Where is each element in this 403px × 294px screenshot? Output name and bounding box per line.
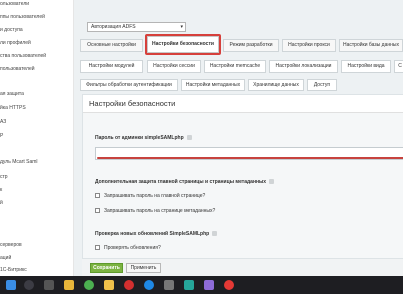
annotation-underline: [97, 157, 403, 159]
form-footer: Сохранить Применить: [82, 258, 403, 276]
tab-metadata[interactable]: Настройки метаданных: [181, 79, 245, 91]
main-content: Авторизация ADFS ▾ Основные настройки На…: [74, 0, 403, 276]
sidebar-item[interactable]: йка HTTPS: [0, 105, 26, 111]
yandex-icon[interactable]: [224, 280, 234, 290]
tab-access[interactable]: Доступ: [307, 79, 337, 91]
panel-title: Настройки безопасности: [89, 99, 176, 108]
task-view-icon[interactable]: [44, 280, 54, 290]
updates-heading: Проверка новых обновлений SimpleSAMLphp: [95, 231, 210, 237]
save-button[interactable]: Сохранить: [90, 263, 123, 273]
auth-module-select-value: Авторизация ADFS: [91, 24, 136, 30]
check-main-label: Запрашивать пароль на главной странице?: [104, 193, 206, 199]
sidebar-item[interactable]: ства пользователей: [0, 53, 46, 59]
tab-general[interactable]: Основные настройки: [80, 39, 143, 52]
auth-module-select[interactable]: Авторизация ADFS ▾: [87, 22, 186, 32]
search-icon[interactable]: [24, 280, 34, 290]
tab-memcache[interactable]: Настройки memcache: [204, 60, 266, 73]
sidebar-item[interactable]: серверов: [0, 242, 22, 248]
sidebar-item[interactable]: P: [0, 133, 3, 139]
chrome-icon[interactable]: [84, 280, 94, 290]
help-icon[interactable]: [269, 179, 275, 185]
chevron-down-icon: ▾: [180, 24, 183, 30]
updates-heading-row: Проверка новых обновлений SimpleSAMLphp: [95, 231, 218, 237]
edge-icon[interactable]: [144, 280, 154, 290]
tab-localization[interactable]: Настройки локализации: [269, 60, 338, 73]
explorer-icon[interactable]: [64, 280, 74, 290]
sidebar-item[interactable]: и доступа: [0, 27, 23, 33]
check-meta-label: Запрашивать пароль на странице метаданны…: [104, 208, 216, 214]
help-icon[interactable]: [212, 231, 218, 237]
sidebar-item[interactable]: ли профилей: [0, 40, 31, 46]
sidebar-item[interactable]: ппы пользователей: [0, 14, 45, 20]
apply-button[interactable]: Применить: [126, 263, 161, 273]
security-settings-panel: Настройки безопасности Пароль от админки…: [82, 94, 403, 263]
tab-proxy[interactable]: Настройки прокси: [282, 39, 336, 52]
sidebar-item[interactable]: дуль Mcart Saml: [0, 159, 38, 165]
check-updates-label: Проверять обновления?: [104, 245, 161, 251]
sidebar-item[interactable]: стр: [0, 174, 8, 180]
tab-auth-filters[interactable]: Фильтры обработки аутентификации: [80, 79, 178, 91]
check-updates-checkbox[interactable]: [95, 245, 100, 250]
active-tab-highlight: [145, 34, 221, 55]
sidebar-item[interactable]: пользователей: [0, 66, 35, 72]
sidebar-item[interactable]: ользователи: [0, 1, 29, 7]
sidebar-item[interactable]: й: [0, 200, 3, 206]
help-icon[interactable]: [186, 135, 192, 141]
password-label-row: Пароль от админки simpleSAMLphp: [95, 135, 192, 141]
tab-database[interactable]: Настройки базы данных: [339, 39, 403, 52]
check-main-page-checkbox[interactable]: [95, 193, 100, 198]
tab-overflow[interactable]: С: [394, 60, 403, 73]
sidebar-item[interactable]: АЗ: [0, 119, 6, 125]
tab-overflow-label: С: [398, 63, 402, 69]
sidebar-item[interactable]: 1С-Битрикс: [0, 267, 27, 273]
tab-session[interactable]: Настройки сессии: [147, 60, 201, 73]
sidebar-item[interactable]: к: [0, 187, 2, 193]
files-icon[interactable]: [104, 280, 114, 290]
password-label: Пароль от админки simpleSAMLphp: [95, 135, 184, 141]
left-sidebar: ользователи ппы пользователей и доступа …: [0, 0, 74, 276]
app2-icon[interactable]: [204, 280, 214, 290]
tab-view[interactable]: Настройки вида: [341, 60, 391, 73]
check-metadata-checkbox[interactable]: [95, 208, 100, 213]
sidebar-item[interactable]: аций: [0, 255, 11, 261]
windows-taskbar: [0, 276, 403, 294]
windows-icon[interactable]: [6, 280, 16, 290]
protection-heading-row: Дополнительная защита главной страницы и…: [95, 179, 275, 185]
protection-heading: Дополнительная защита главной страницы и…: [95, 179, 267, 185]
app-icon[interactable]: [184, 280, 194, 290]
sidebar-item[interactable]: ая защита: [0, 91, 24, 97]
opera-icon[interactable]: [124, 280, 134, 290]
settings-icon[interactable]: [164, 280, 174, 290]
tab-data-storage[interactable]: Хранилище данных: [248, 79, 304, 91]
tab-modules[interactable]: Настройки модулей: [80, 60, 143, 73]
tab-dev-mode[interactable]: Режим разработки: [223, 39, 279, 52]
